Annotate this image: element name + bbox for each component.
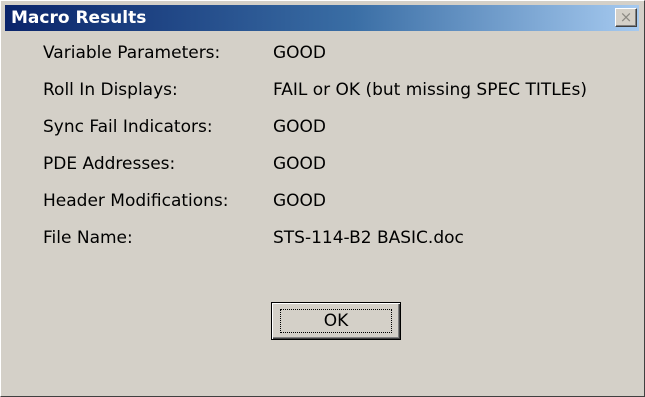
result-value: STS-114-B2 BASIC.doc (273, 228, 464, 248)
result-value: GOOD (273, 117, 327, 137)
title-bar[interactable]: Macro Results × (5, 5, 639, 31)
ok-button[interactable]: OK (271, 302, 401, 340)
results-panel: Variable Parameters: GOOD Roll In Displa… (1, 35, 644, 395)
result-label: PDE Addresses: (43, 154, 176, 174)
result-label: Header Modifications: (43, 191, 229, 211)
close-button[interactable]: × (615, 8, 637, 27)
result-row-variable-parameters: Variable Parameters: GOOD (1, 41, 641, 65)
result-value: GOOD (273, 154, 327, 174)
macro-results-dialog: Macro Results × Variable Parameters: GOO… (0, 0, 645, 397)
window-title: Macro Results (11, 8, 147, 28)
result-label: File Name: (43, 228, 133, 248)
result-value: FAIL or OK (but missing SPEC TITLEs) (273, 80, 587, 100)
result-row-sync-fail-indicators: Sync Fail Indicators: GOOD (1, 115, 641, 139)
close-icon: × (619, 8, 633, 26)
result-row-file-name: File Name: STS-114-B2 BASIC.doc (1, 226, 641, 250)
result-label: Roll In Displays: (43, 80, 178, 100)
result-value: GOOD (273, 43, 327, 63)
ok-button-label: OK (280, 309, 392, 333)
result-value: GOOD (273, 191, 327, 211)
result-label: Sync Fail Indicators: (43, 117, 213, 137)
result-row-roll-in-displays: Roll In Displays: FAIL or OK (but missin… (1, 78, 641, 102)
result-row-pde-addresses: PDE Addresses: GOOD (1, 152, 641, 176)
result-label: Variable Parameters: (43, 43, 221, 63)
result-row-header-modifications: Header Modifications: GOOD (1, 189, 641, 213)
